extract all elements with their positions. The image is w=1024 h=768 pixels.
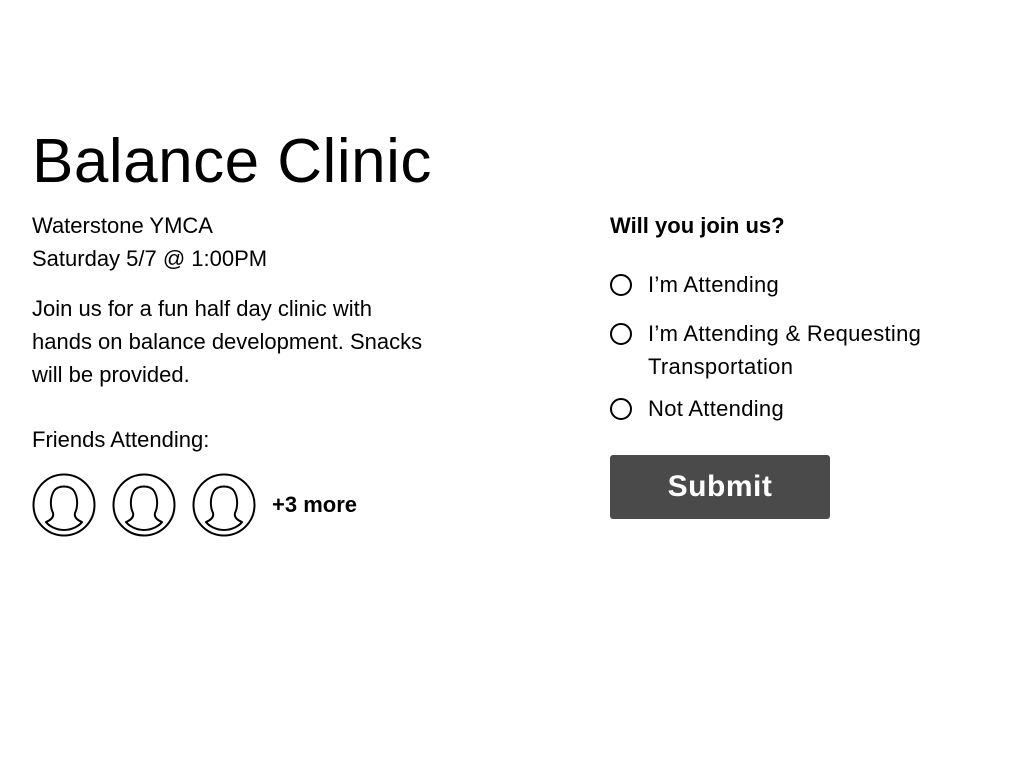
rsvp-option-not-attending[interactable]: Not Attending: [610, 392, 968, 425]
radio-button[interactable]: [610, 323, 632, 345]
rsvp-option-label: Not Attending: [648, 396, 784, 421]
event-description: Join us for a fun half day clinic with h…: [32, 296, 423, 387]
event-datetime: Saturday 5/7 @ 1:00PM: [32, 246, 268, 271]
submit-button[interactable]: Submit: [610, 455, 830, 519]
avatar[interactable]: [112, 473, 176, 537]
friends-avatar-list: +3 more: [32, 473, 357, 537]
rsvp-option-label: I’m Attending & Requesting Transportatio…: [648, 321, 922, 379]
event-location: Waterstone YMCA: [32, 213, 213, 238]
avatar[interactable]: [32, 473, 96, 537]
rsvp-option-label: I’m Attending: [648, 272, 780, 297]
more-friends-link[interactable]: +3 more: [272, 489, 357, 521]
event-title: Balance Clinic: [32, 127, 432, 196]
user-silhouette-icon: [32, 473, 96, 537]
rsvp-option-attending-transportation[interactable]: I’m Attending & Requesting Transportatio…: [610, 317, 968, 383]
user-silhouette-icon: [192, 473, 256, 537]
rsvp-option-attending[interactable]: I’m Attending: [610, 268, 968, 301]
avatar[interactable]: [192, 473, 256, 537]
rsvp-question: Will you join us?: [610, 213, 785, 238]
user-silhouette-icon: [112, 473, 176, 537]
event-page: Balance Clinic Waterstone YMCA Saturday …: [0, 0, 1024, 768]
radio-button[interactable]: [610, 274, 632, 296]
friends-attending-label: Friends Attending:: [32, 427, 210, 452]
radio-button[interactable]: [610, 398, 632, 420]
